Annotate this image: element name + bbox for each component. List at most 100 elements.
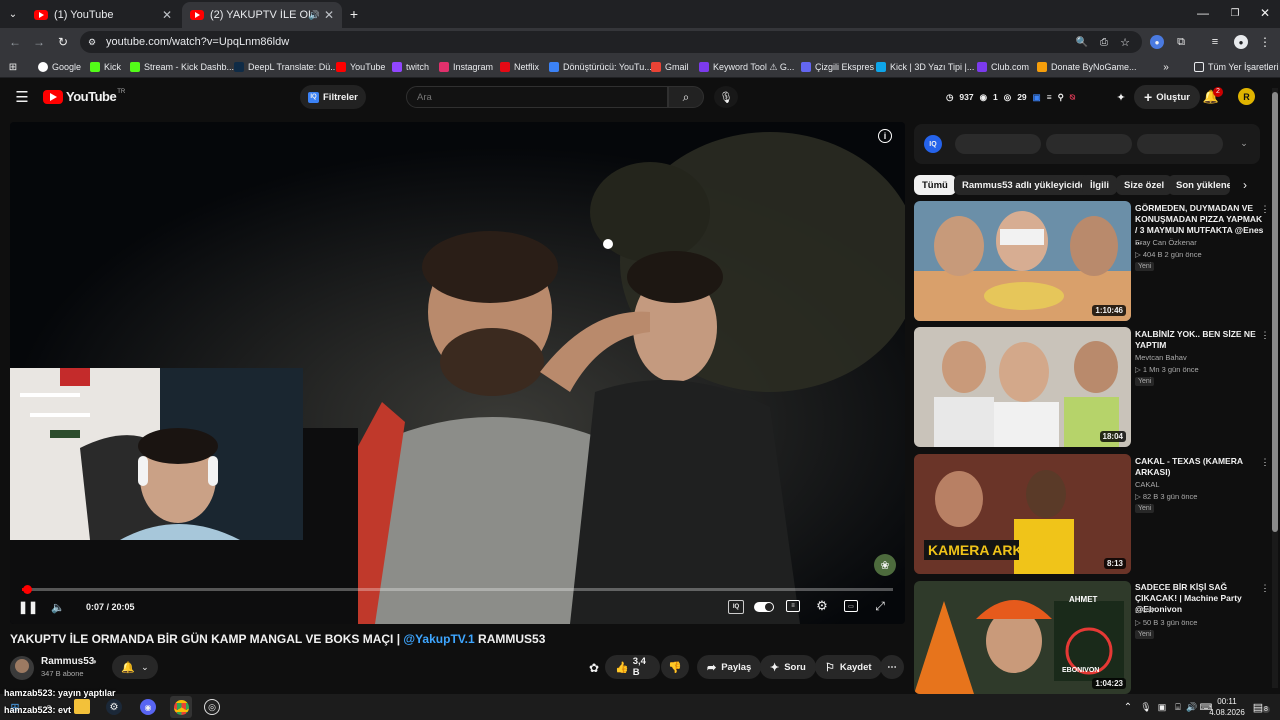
chrome-menu-icon[interactable]: ⋮: [1258, 35, 1272, 49]
media-control-icon[interactable]: ≡: [1208, 35, 1222, 49]
dislike-button[interactable]: 👎: [661, 655, 689, 679]
install-icon[interactable]: ⎙: [1100, 37, 1108, 48]
more-options-icon[interactable]: ⋮: [1261, 456, 1270, 468]
more-options-icon[interactable]: ⋮: [1261, 329, 1270, 341]
bookmark-twitch[interactable]: twitch: [392, 59, 429, 75]
video-thumbnail[interactable]: 1:10:46: [914, 201, 1131, 321]
video-thumbnail[interactable]: KAMERA ARKASI 8:13: [914, 454, 1131, 574]
bookmark-gmail[interactable]: Gmail: [651, 59, 689, 75]
channel-name[interactable]: Rammus53: [41, 656, 94, 667]
bookmark-deepl[interactable]: DeepL Translate: Dü...: [234, 59, 338, 75]
chip-for-you[interactable]: Size özel: [1116, 175, 1173, 195]
rocket-icon[interactable]: ⚲: [1058, 92, 1064, 103]
all-bookmarks-folder[interactable]: Tüm Yer İşaretleri: [1194, 59, 1279, 75]
channel-watermark[interactable]: ❀: [874, 554, 896, 576]
bookmark-kick-dashboard[interactable]: Stream - Kick Dashb...: [130, 59, 234, 75]
bookmark-keyword-tool[interactable]: Keyword Tool ⚠ G...: [699, 59, 794, 75]
bookmark-youtube[interactable]: YouTube: [336, 59, 385, 75]
bookmark-netflix[interactable]: Netflix: [500, 59, 539, 75]
close-icon[interactable]: ✕: [162, 8, 172, 22]
scrollbar-thumb[interactable]: [1272, 92, 1278, 532]
video-thumbnail[interactable]: AHMET EBONIVON 1:04:23: [914, 581, 1131, 694]
zoom-icon[interactable]: 🔍: [1076, 37, 1088, 48]
chevron-up-icon[interactable]: ⌃: [1122, 701, 1134, 713]
page-scrollbar[interactable]: [1272, 88, 1278, 688]
chrome-icon[interactable]: [170, 696, 192, 718]
bookmark-donate[interactable]: Donate ByNoGame...: [1037, 59, 1137, 75]
bookmark-cizgili[interactable]: Çizgili Ekspres: [801, 59, 874, 75]
chip-recently-uploaded[interactable]: Son yüklenen: [1168, 175, 1230, 195]
bookmark-google[interactable]: Google: [38, 59, 81, 75]
bookmark-kick-3d[interactable]: Kick | 3D Yazı Tipi |...: [876, 59, 974, 75]
microphone-tray-icon[interactable]: 🎙: [1140, 700, 1152, 714]
theater-mode-icon[interactable]: ▭: [844, 600, 858, 612]
chip-all[interactable]: Tümü: [914, 175, 956, 195]
file-explorer-icon[interactable]: [74, 699, 90, 714]
youtube-logo[interactable]: YouTube TR: [43, 89, 125, 104]
chevron-right-icon[interactable]: ›: [1238, 178, 1252, 192]
clock-date[interactable]: 4.08.2026: [1202, 708, 1252, 717]
more-bookmarks-icon[interactable]: »: [1160, 60, 1172, 74]
microphone-icon[interactable]: 🎙: [714, 86, 738, 108]
close-window-button[interactable]: ✕: [1258, 6, 1272, 20]
bookmark-kick[interactable]: Kick: [90, 59, 121, 75]
filters-button[interactable]: IQ Filtreler: [300, 85, 366, 109]
progress-scrubber[interactable]: [23, 585, 33, 594]
share-button[interactable]: ➦ Paylaş: [697, 655, 762, 679]
channel-name[interactable]: ERAY: [1135, 606, 1155, 615]
discord-icon[interactable]: ◉: [140, 699, 156, 715]
extension-icon[interactable]: ●: [1150, 35, 1164, 49]
steam-icon[interactable]: ⚙: [106, 699, 122, 715]
extension-gear-icon[interactable]: ✿: [586, 660, 602, 676]
list-icon[interactable]: ≡: [1047, 92, 1052, 103]
info-icon[interactable]: i: [878, 129, 892, 143]
iq-player-icon[interactable]: IQ: [728, 600, 744, 614]
iq-logo-icon[interactable]: IQ: [924, 135, 942, 153]
address-bar[interactable]: ⚙ youtube.com/watch?v=UpqLnm86ldw 🔍 ⎙ ☆: [80, 31, 1142, 53]
display-tray-icon[interactable]: ▣: [1156, 700, 1168, 714]
video-title-link[interactable]: CAKAL - TEXAS (KAMERA ARKASI): [1135, 456, 1265, 478]
bookmark-converter[interactable]: Dönüştürücü: YouTu...: [549, 59, 652, 75]
video-player[interactable]: i ❚❚ 🔈 0:07 / 20:05 IQ ≡ ⚙ ▭ ⤢ ❀: [10, 122, 905, 624]
clock-time[interactable]: 00:11: [1212, 697, 1242, 706]
bookmark-instagram[interactable]: Instagram: [439, 59, 493, 75]
account-avatar[interactable]: R: [1238, 88, 1255, 105]
obs-icon[interactable]: ◎: [204, 699, 220, 715]
video-title-link[interactable]: KALBİNİZ YOK.. BEN SİZE NE YAPTIM: [1135, 329, 1265, 351]
tab-list-icon[interactable]: ⌄: [6, 7, 20, 21]
create-button[interactable]: + Oluştur: [1134, 85, 1200, 109]
iq-extension-icon[interactable]: ▣: [1033, 92, 1041, 103]
ask-button[interactable]: ✦ Soru: [760, 655, 816, 679]
fullscreen-icon[interactable]: ⤢: [872, 598, 888, 614]
channel-name[interactable]: Eray Can Özkenar: [1135, 238, 1197, 247]
mention-link[interactable]: @YakupTV.1: [403, 632, 474, 646]
minimize-button[interactable]: —: [1196, 6, 1210, 20]
close-icon[interactable]: ✕: [324, 8, 334, 22]
subscribed-button[interactable]: 🔔 ⌄: [112, 655, 158, 679]
like-button[interactable]: 👍 3,4 B: [605, 655, 660, 679]
volume-tray-icon[interactable]: 🔊: [1186, 700, 1198, 714]
bell-off-icon[interactable]: ⍉: [1070, 92, 1075, 103]
tab-current-video[interactable]: (2) YAKUPTV İLE ORMANDA 🔊 ✕: [182, 2, 342, 28]
channel-avatar[interactable]: [10, 656, 34, 680]
chip-related[interactable]: İlgili: [1082, 175, 1117, 195]
back-icon[interactable]: ←: [8, 35, 22, 49]
new-tab-button[interactable]: +: [346, 6, 362, 22]
chip-from-uploader[interactable]: Rammus53 adlı yükleyiciden: [954, 175, 1100, 195]
cast-icon[interactable]: ✦: [1114, 90, 1128, 104]
reload-icon[interactable]: ↻: [56, 35, 70, 49]
more-options-icon[interactable]: ⋮: [1261, 203, 1270, 215]
profile-avatar-icon[interactable]: ●: [1234, 35, 1248, 49]
pause-button[interactable]: ❚❚: [18, 599, 38, 615]
bookmark-star-icon[interactable]: ☆: [1120, 36, 1130, 49]
apps-grid-icon[interactable]: ⊞: [6, 60, 20, 74]
forward-icon[interactable]: →: [32, 35, 46, 49]
search-input[interactable]: [406, 86, 668, 108]
tab-youtube[interactable]: (1) YouTube ✕: [26, 2, 180, 28]
progress-bar[interactable]: [22, 585, 893, 594]
network-tray-icon[interactable]: ⌸: [1172, 700, 1184, 714]
more-actions-button[interactable]: ⋯: [880, 655, 904, 679]
channel-name[interactable]: CAKAL: [1135, 480, 1160, 489]
bookmark-club[interactable]: Club.com: [977, 59, 1029, 75]
autoplay-toggle[interactable]: [754, 602, 774, 612]
